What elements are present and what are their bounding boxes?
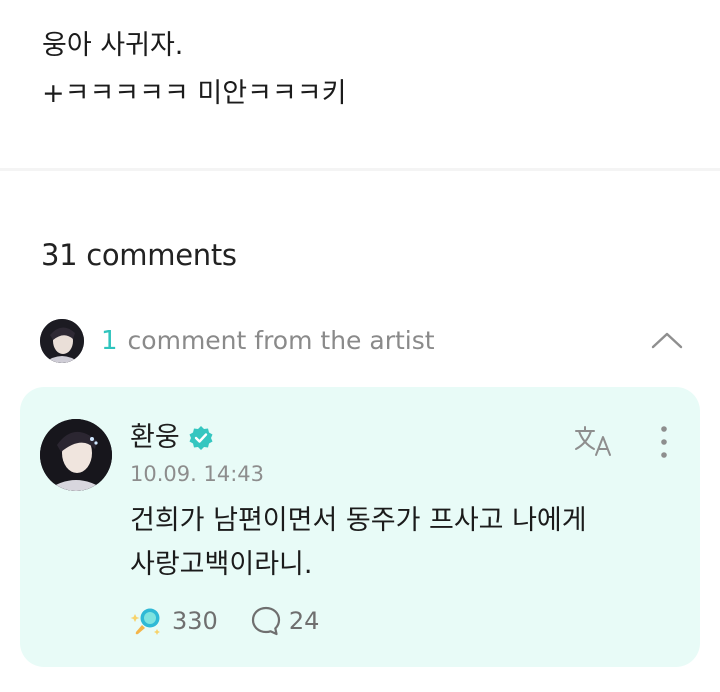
post-text-line-1: 웅아 사귀자. <box>42 30 184 61</box>
comment-body: 건희가 남편이면서 동주가 프사고 나에게 사랑고백이라니. <box>130 499 660 587</box>
translate-icon[interactable] <box>574 425 614 459</box>
comment-bubble-icon <box>250 605 282 637</box>
artist-avatar <box>40 319 84 363</box>
reply-count: 24 <box>288 607 320 635</box>
artist-comments-label: 1 comment from the artist <box>101 326 435 356</box>
comment-author-row: 환웅 <box>130 421 214 455</box>
verified-badge-icon <box>188 425 214 451</box>
reply-button[interactable]: 24 <box>250 605 320 637</box>
reaction-count: 330 <box>172 607 218 635</box>
section-divider <box>0 168 720 171</box>
artist-comments-toggle-row[interactable]: 1 comment from the artist <box>40 318 684 364</box>
comment-author-name[interactable]: 환웅 <box>130 421 180 455</box>
comment-body-line-2: 사랑고백이라니. <box>130 549 313 580</box>
chevron-up-icon[interactable] <box>650 327 683 353</box>
comment-author-avatar[interactable] <box>40 419 112 491</box>
comment-timestamp: 10.09. 14:43 <box>130 462 264 486</box>
comment-body-line-1: 건희가 남편이면서 동주가 프사고 나에게 <box>130 505 587 536</box>
more-vertical-icon[interactable] <box>658 425 670 459</box>
artist-comment-label: comment from the artist <box>127 326 435 355</box>
post-text-line-2: +ㅋㅋㅋㅋㅋ 미안ㅋㅋㅋ키 <box>42 78 347 109</box>
reaction-icon <box>130 604 164 638</box>
post-body: 웅아 사귀자. +ㅋㅋㅋㅋㅋ 미안ㅋㅋㅋ키 <box>42 22 680 118</box>
artist-comment-count: 1 <box>101 326 118 356</box>
reaction-button[interactable]: 330 <box>130 604 218 638</box>
artist-comment-card: 환웅 10.09. 14:43 건희가 남편이면서 동주가 프사고 나에게 사랑… <box>20 387 700 667</box>
comments-count: 31 comments <box>41 238 237 272</box>
comment-actions: 330 24 <box>130 601 319 641</box>
